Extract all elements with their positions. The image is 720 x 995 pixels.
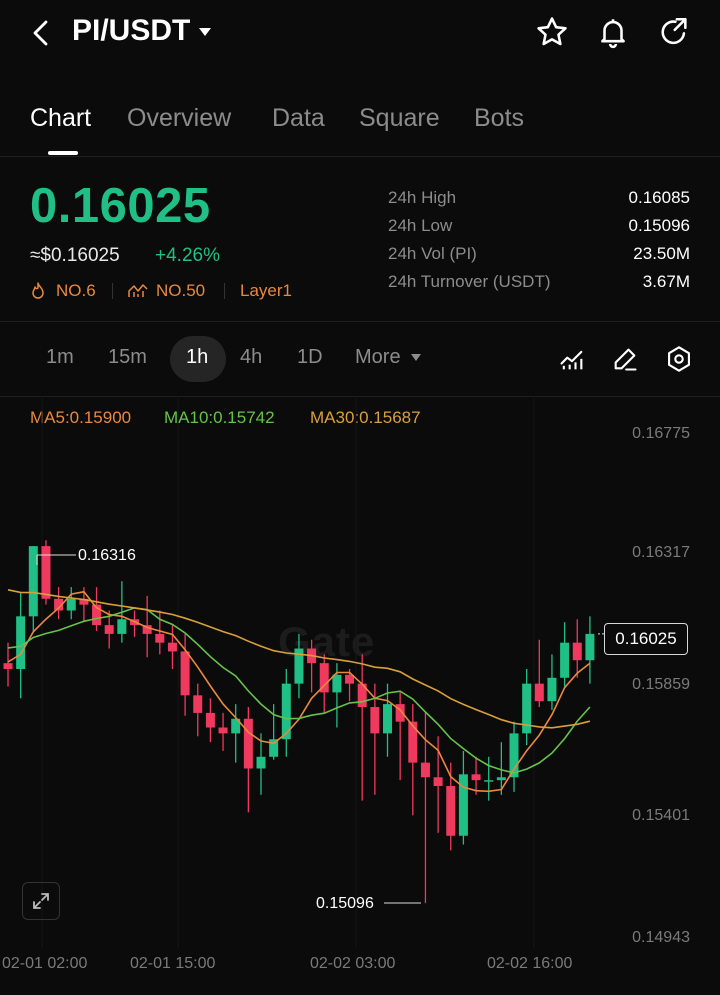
candle-body <box>496 777 506 781</box>
tab-chart[interactable]: Chart <box>30 104 91 133</box>
candle-body <box>471 774 481 781</box>
expand-icon <box>33 893 49 909</box>
candle-body <box>66 598 76 611</box>
stat-high-value: 0.16085 <box>628 188 690 207</box>
timeframe-more[interactable]: More <box>355 346 422 369</box>
tab-bots[interactable]: Bots <box>474 104 524 133</box>
caret-down-icon <box>411 354 422 362</box>
candle-body <box>572 642 582 661</box>
x-tick-label: 02-02 16:00 <box>487 955 573 972</box>
stat-low-value: 0.15096 <box>628 216 690 235</box>
divider <box>0 321 720 322</box>
trend-rank-tag[interactable]: NO.50 <box>156 281 205 301</box>
candle-body <box>28 546 38 617</box>
stat-vol-label: 24h Vol (PI) <box>388 244 477 263</box>
caret-down-icon <box>199 28 212 37</box>
candle-body <box>534 683 544 702</box>
candle-body <box>446 786 456 836</box>
candle-body <box>560 642 570 678</box>
price-change: +4.26% <box>155 245 220 266</box>
timeframe-1h[interactable]: 1h <box>186 346 208 369</box>
pencil-icon[interactable] <box>611 345 639 373</box>
candle-body <box>420 762 430 778</box>
stat-low-label: 24h Low <box>388 216 453 235</box>
high-marker-label: 0.16316 <box>78 547 136 564</box>
candle-body <box>41 546 51 599</box>
stat-turnover-label: 24h Turnover (USDT) <box>388 272 551 291</box>
main-tabs: Chart Overview Data Square Bots <box>0 100 720 156</box>
fullscreen-button[interactable] <box>22 882 60 920</box>
category-tag[interactable]: Layer1 <box>240 281 292 301</box>
rank-tag[interactable]: NO.6 <box>56 281 96 301</box>
candle-body <box>16 616 26 670</box>
tab-data[interactable]: Data <box>272 104 325 133</box>
candle-body <box>155 633 165 643</box>
pair-selector[interactable]: PI/USDT <box>72 14 212 48</box>
candle-body <box>193 695 203 713</box>
tag-separator <box>112 283 113 299</box>
pair-name: PI/USDT <box>72 14 191 47</box>
stat-high-label: 24h High <box>388 188 457 207</box>
candle-body <box>585 633 595 661</box>
tab-overview[interactable]: Overview <box>127 104 231 133</box>
current-price-tag: 0.16025 <box>604 623 688 655</box>
candle-body <box>180 651 190 696</box>
usd-value: ≈$0.16025 <box>30 245 120 266</box>
y-tick-label: 0.14943 <box>632 929 690 946</box>
candle-body <box>167 642 177 652</box>
bell-icon[interactable] <box>596 15 630 49</box>
candle-body <box>3 663 13 670</box>
candle-body <box>408 721 418 763</box>
back-chevron-icon[interactable] <box>30 18 52 48</box>
share-icon[interactable] <box>657 15 691 49</box>
candle-body <box>433 777 443 787</box>
active-tab-indicator <box>48 151 78 155</box>
timeframe-1m[interactable]: 1m <box>46 346 74 369</box>
low-marker-label: 0.15096 <box>316 895 374 912</box>
stat-turnover-value: 3.67M <box>642 272 690 291</box>
candle-body <box>218 727 228 734</box>
candle-body <box>370 707 380 734</box>
candle-body <box>256 756 266 769</box>
x-tick-label: 02-01 15:00 <box>130 955 216 972</box>
star-icon[interactable] <box>535 15 569 49</box>
trend-icon <box>128 284 148 297</box>
candle-body <box>547 677 557 702</box>
stat-vol-value: 23.50M <box>633 244 690 263</box>
top-bar: PI/USDT <box>0 0 720 70</box>
hexagon-gear-icon[interactable] <box>665 345 693 373</box>
candle-body <box>205 712 215 728</box>
timeframe-15m[interactable]: 15m <box>108 346 147 369</box>
candle-body <box>509 733 519 778</box>
y-tick-label: 0.16775 <box>632 425 690 442</box>
candle-body <box>104 625 114 634</box>
flame-icon <box>32 282 44 299</box>
y-tick-label: 0.15859 <box>632 676 690 693</box>
candle-body <box>383 704 392 734</box>
divider <box>0 156 720 157</box>
tag-separator <box>224 283 225 299</box>
timeframe-4h[interactable]: 4h <box>240 346 262 369</box>
timeframe-1d[interactable]: 1D <box>297 346 323 369</box>
candle-body <box>117 619 127 634</box>
tab-square[interactable]: Square <box>359 104 440 133</box>
x-tick-label: 02-02 03:00 <box>310 955 396 972</box>
x-tick-label: 02-01 02:00 <box>2 955 88 972</box>
y-tick-label: 0.15401 <box>632 807 690 824</box>
indicator-chart-icon[interactable] <box>558 346 586 374</box>
candle-body <box>243 718 253 769</box>
y-tick-label: 0.16317 <box>632 544 690 561</box>
candlestick-chart[interactable] <box>0 396 720 956</box>
timeframe-more-label: More <box>355 346 401 368</box>
candle-body <box>484 780 494 782</box>
last-price: 0.16025 <box>30 179 211 233</box>
candle-body <box>332 674 342 693</box>
